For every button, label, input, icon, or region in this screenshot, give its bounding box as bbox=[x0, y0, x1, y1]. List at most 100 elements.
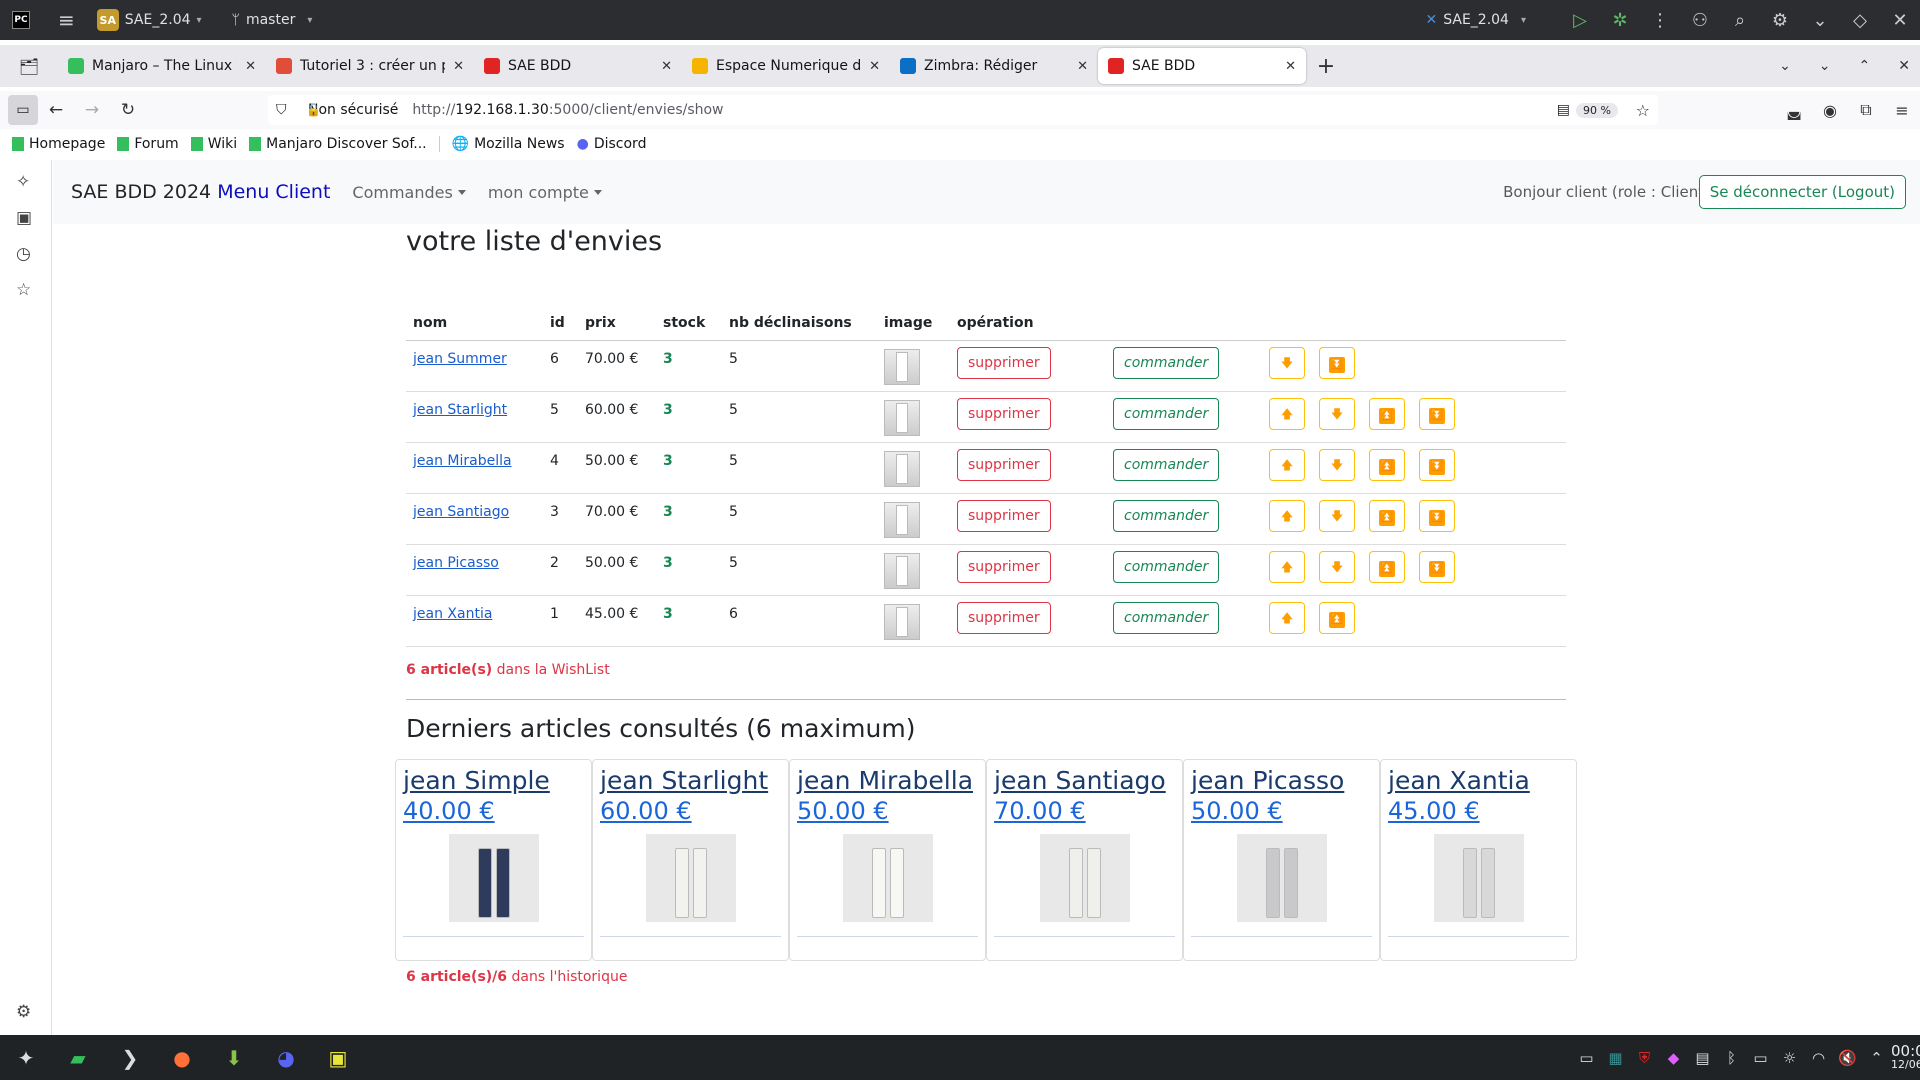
bluetooth-icon[interactable]: ᛒ bbox=[1717, 1049, 1746, 1067]
recent-card-name[interactable]: jean Xantia bbox=[1388, 766, 1569, 796]
move-down-button[interactable]: 🡇 bbox=[1319, 550, 1355, 583]
tab-manager-icon[interactable]: 🗂 bbox=[0, 48, 58, 84]
bookmark-homepage[interactable]: Homepage bbox=[12, 136, 105, 152]
back-icon[interactable]: ← bbox=[38, 100, 74, 120]
move-top-button[interactable]: ⏫ bbox=[1369, 499, 1405, 532]
ai-chat-icon[interactable]: ✧ bbox=[16, 172, 30, 192]
vpn-shield-icon[interactable]: ⛨ bbox=[1630, 1049, 1659, 1067]
move-bottom-button[interactable]: ⏬ bbox=[1419, 397, 1455, 430]
reader-view-icon[interactable]: ▤ bbox=[1557, 102, 1570, 118]
product-link[interactable]: jean Summer bbox=[413, 351, 507, 367]
recent-card-name[interactable]: jean Starlight bbox=[600, 766, 781, 796]
product-link[interactable]: jean Starlight bbox=[413, 402, 507, 418]
product-image[interactable] bbox=[448, 834, 539, 922]
browser-tab[interactable]: Espace Numerique de trav ✕ bbox=[682, 48, 890, 84]
bookmark-manjaro-discover[interactable]: Manjaro Discover Sof... bbox=[249, 136, 427, 152]
recent-card-price[interactable]: 50.00 € bbox=[1191, 796, 1372, 826]
move-up-button[interactable]: 🡅 bbox=[1269, 448, 1305, 481]
volume-muted-icon[interactable]: 🔇 bbox=[1833, 1049, 1862, 1067]
search-icon[interactable]: ⌕ bbox=[1720, 10, 1760, 31]
move-down-button[interactable]: 🡇 bbox=[1269, 346, 1305, 379]
delete-button[interactable]: supprimer bbox=[957, 448, 1051, 481]
window-close-icon[interactable]: ✕ bbox=[1898, 58, 1910, 74]
bookmark-mozilla-news[interactable]: 🌐 Mozilla News bbox=[452, 136, 565, 152]
tab-close-icon[interactable]: ✕ bbox=[661, 59, 672, 74]
run-icon[interactable]: ▷ bbox=[1560, 10, 1600, 31]
debug-icon[interactable]: ✲ bbox=[1600, 10, 1640, 31]
window-minimize-icon[interactable]: ⌄ bbox=[1819, 58, 1831, 74]
move-up-button[interactable]: 🡅 bbox=[1269, 499, 1305, 532]
move-up-button[interactable]: 🡅 bbox=[1269, 550, 1305, 583]
move-down-button[interactable]: 🡇 bbox=[1319, 499, 1355, 532]
move-down-button[interactable]: 🡇 bbox=[1319, 397, 1355, 430]
discord-icon[interactable]: ◕ bbox=[260, 1035, 312, 1080]
browser-tab[interactable]: Manjaro – The Linux for Pe ✕ bbox=[58, 48, 266, 84]
terminal-icon[interactable]: ❯ bbox=[104, 1035, 156, 1080]
menu-icon[interactable]: ≡ bbox=[1884, 101, 1920, 120]
logout-button[interactable]: Se déconnecter (Logout) bbox=[1698, 175, 1906, 209]
delete-button[interactable]: supprimer bbox=[957, 601, 1051, 634]
recent-card-price[interactable]: 50.00 € bbox=[797, 796, 978, 826]
recent-card-price[interactable]: 70.00 € bbox=[994, 796, 1175, 826]
pycharm-icon[interactable]: ▣ bbox=[312, 1035, 364, 1080]
bookmark-discord[interactable]: ● Discord bbox=[577, 136, 647, 152]
synced-tabs-icon[interactable]: ▣ bbox=[16, 208, 32, 228]
run-configuration-selector[interactable]: ✕ SAE_2.04 ▾ bbox=[1425, 12, 1526, 28]
tab-close-icon[interactable]: ✕ bbox=[869, 59, 880, 74]
tray-expand-icon[interactable]: ⌃ bbox=[1862, 1049, 1891, 1067]
wifi-icon[interactable]: ◠ bbox=[1804, 1049, 1833, 1067]
project-badge[interactable]: SA bbox=[96, 9, 119, 31]
move-bottom-button[interactable]: ⏬ bbox=[1319, 346, 1355, 379]
product-image[interactable] bbox=[1039, 834, 1130, 922]
reload-icon[interactable]: ↻ bbox=[110, 100, 146, 120]
order-button[interactable]: commander bbox=[1113, 601, 1220, 634]
zoom-level[interactable]: 90 % bbox=[1576, 102, 1618, 118]
menu-commandes[interactable]: Commandes bbox=[352, 183, 465, 202]
tab-close-icon[interactable]: ✕ bbox=[245, 59, 256, 74]
list-all-tabs-icon[interactable]: ⌄ bbox=[1779, 58, 1791, 74]
recent-card-price[interactable]: 45.00 € bbox=[1388, 796, 1569, 826]
order-button[interactable]: commander bbox=[1113, 397, 1220, 430]
window-maximize-icon[interactable]: ⌃ bbox=[1859, 58, 1871, 74]
battery-icon[interactable]: ▭ bbox=[1746, 1049, 1775, 1067]
product-link[interactable]: jean Picasso bbox=[413, 555, 499, 571]
desktop-icon[interactable]: ▭ bbox=[1572, 1049, 1601, 1067]
close-icon[interactable]: ✕ bbox=[1880, 10, 1920, 31]
move-top-button[interactable]: ⏫ bbox=[1369, 397, 1405, 430]
gear-icon[interactable]: ⚙ bbox=[1760, 10, 1800, 31]
firefox-icon[interactable]: ● bbox=[156, 1035, 208, 1080]
clock[interactable]: 00:0212/06/2025 bbox=[1891, 1043, 1920, 1072]
move-up-button[interactable]: 🡅 bbox=[1269, 601, 1305, 634]
bookmark-star-icon[interactable]: ☆ bbox=[1636, 101, 1650, 120]
bookmark-forum[interactable]: Forum bbox=[117, 136, 179, 152]
move-bottom-button[interactable]: ⏬ bbox=[1419, 448, 1455, 481]
recent-card-name[interactable]: jean Mirabella bbox=[797, 766, 978, 796]
project-name[interactable]: SAE_2.04 bbox=[125, 12, 191, 28]
app-brand[interactable]: SAE BDD 2024 Menu Client bbox=[71, 181, 330, 203]
recent-card-price[interactable]: 60.00 € bbox=[600, 796, 781, 826]
insecure-lock-icon[interactable]: 🔓 bbox=[306, 103, 321, 117]
sidebar-settings-icon[interactable]: ⚙ bbox=[16, 1002, 31, 1022]
delete-button[interactable]: supprimer bbox=[957, 397, 1051, 430]
vcs-branch-widget[interactable]: ᛘ master ▾ bbox=[232, 12, 313, 28]
restore-icon[interactable]: ◇ bbox=[1840, 10, 1880, 31]
url-text[interactable]: http://192.168.1.30:5000/client/envies/s… bbox=[412, 102, 723, 118]
url-bar[interactable]: ⛉ 🔓 Non sécurisé http://192.168.1.30:500… bbox=[268, 95, 1658, 125]
browser-tab[interactable]: SAE BDD ✕ bbox=[474, 48, 682, 84]
clipboard-icon[interactable]: ▤ bbox=[1688, 1049, 1717, 1067]
minimize-icon[interactable]: ⌄ bbox=[1800, 10, 1840, 31]
product-image[interactable] bbox=[1433, 834, 1524, 922]
browser-tab[interactable]: SAE BDD ✕ bbox=[1098, 48, 1306, 84]
order-button[interactable]: commander bbox=[1113, 550, 1220, 583]
app-launcher-icon[interactable]: ✦ bbox=[0, 1035, 52, 1080]
recent-card-name[interactable]: jean Simple bbox=[403, 766, 584, 796]
sidebar-toggle-icon[interactable]: ▭ bbox=[8, 95, 38, 125]
tracking-shield-icon[interactable]: ⛉ bbox=[276, 102, 287, 118]
product-link[interactable]: jean Xantia bbox=[413, 606, 492, 622]
move-bottom-button[interactable]: ⏬ bbox=[1419, 499, 1455, 532]
browser-tab[interactable]: Tutoriel 3 : créer un proje ✕ bbox=[266, 48, 474, 84]
bookmarks-star-icon[interactable]: ☆ bbox=[16, 280, 31, 300]
move-top-button[interactable]: ⏫ bbox=[1369, 448, 1405, 481]
product-image[interactable] bbox=[645, 834, 736, 922]
forward-icon[interactable]: → bbox=[74, 100, 110, 120]
